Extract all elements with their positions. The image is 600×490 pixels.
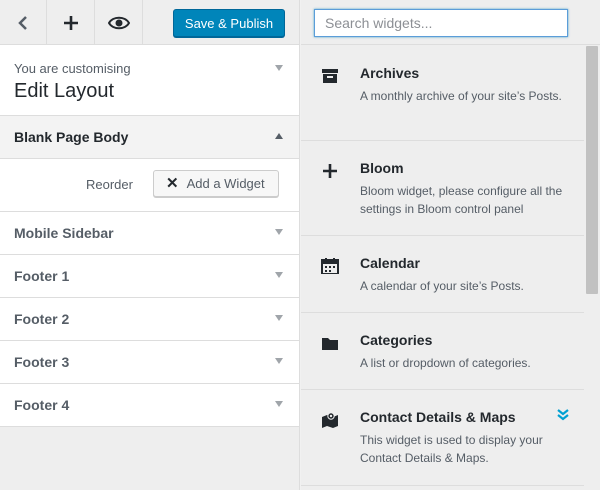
calendar-icon (321, 258, 339, 274)
widget-title: Calendar (360, 255, 420, 271)
widget-description: A calendar of your site’s Posts. (360, 279, 524, 293)
add-widget-button[interactable]: ✕ Add a Widget (153, 170, 279, 197)
back-button[interactable] (0, 0, 47, 45)
available-widgets-panel: Archives A monthly archive of your site’… (301, 0, 600, 490)
widget-actions: Reorder ✕ Add a Widget (0, 159, 299, 212)
chevron-up-icon (275, 133, 283, 139)
widget-item-bloom[interactable]: Bloom Bloom widget, please configure all… (301, 141, 584, 236)
widget-item-archives[interactable]: Archives A monthly archive of your site’… (301, 46, 584, 141)
customizer-panel: Save & Publish You are customising Edit … (0, 0, 300, 490)
chevron-down-icon (275, 358, 283, 364)
customizer-toolbar: Save & Publish (0, 0, 299, 45)
section-blank-page-body[interactable]: Blank Page Body (0, 116, 299, 159)
widget-item-calendar[interactable]: Calendar A calendar of your site’s Posts… (301, 236, 584, 313)
widget-title: Categories (360, 332, 433, 348)
widget-item-contact-details-maps[interactable]: Contact Details & Maps This widget is us… (301, 390, 584, 486)
plus-icon (323, 164, 337, 178)
section-label: Footer 2 (14, 311, 70, 327)
section-footer-4[interactable]: Footer 4 (0, 384, 299, 427)
widget-description: A monthly archive of your site’s Posts. (360, 89, 562, 103)
widget-search-bar (301, 0, 600, 45)
panel-title: Edit Layout (14, 80, 115, 102)
plus-icon (63, 15, 78, 30)
widget-description: This widget is used to display your Cont… (360, 433, 543, 465)
section-mobile-sidebar[interactable]: Mobile Sidebar (0, 212, 299, 255)
close-icon: ✕ (166, 175, 179, 192)
widget-description: Bloom widget, please configure all the s… (360, 184, 563, 216)
map-icon (322, 412, 338, 428)
chevron-down-icon (275, 401, 283, 407)
folder-icon (322, 338, 338, 350)
section-label: Footer 4 (14, 397, 70, 413)
section-footer-3[interactable]: Footer 3 (0, 341, 299, 384)
widget-item-categories[interactable]: Categories A list or dropdown of categor… (301, 313, 584, 390)
layers-icon (557, 409, 569, 421)
customizing-header: You are customising Edit Layout (0, 45, 299, 116)
add-button[interactable] (47, 0, 95, 45)
section-label: Blank Page Body (14, 129, 129, 145)
widget-title: Contact Details & Maps (360, 409, 516, 425)
widget-title: Bloom (360, 160, 404, 176)
section-label: Mobile Sidebar (14, 225, 114, 241)
widget-title: Archives (360, 65, 420, 81)
save-publish-button[interactable]: Save & Publish (173, 9, 285, 37)
archive-icon (322, 69, 338, 83)
chevron-down-icon (275, 272, 283, 278)
chevron-left-icon (18, 15, 27, 30)
search-input[interactable] (314, 9, 568, 37)
section-label: Footer 1 (14, 268, 70, 284)
eye-icon (107, 16, 130, 29)
chevron-down-icon[interactable] (275, 65, 283, 71)
section-footer-2[interactable]: Footer 2 (0, 298, 299, 341)
customizing-label: You are customising (14, 61, 131, 76)
widget-description: A list or dropdown of categories. (360, 356, 531, 370)
chevron-down-icon (275, 229, 283, 235)
preview-button[interactable] (95, 0, 143, 45)
section-footer-1[interactable]: Footer 1 (0, 255, 299, 298)
reorder-link[interactable]: Reorder (86, 177, 133, 192)
scrollbar[interactable] (586, 46, 598, 294)
section-label: Footer 3 (14, 354, 70, 370)
add-widget-label: Add a Widget (186, 176, 265, 191)
chevron-down-icon (275, 315, 283, 321)
